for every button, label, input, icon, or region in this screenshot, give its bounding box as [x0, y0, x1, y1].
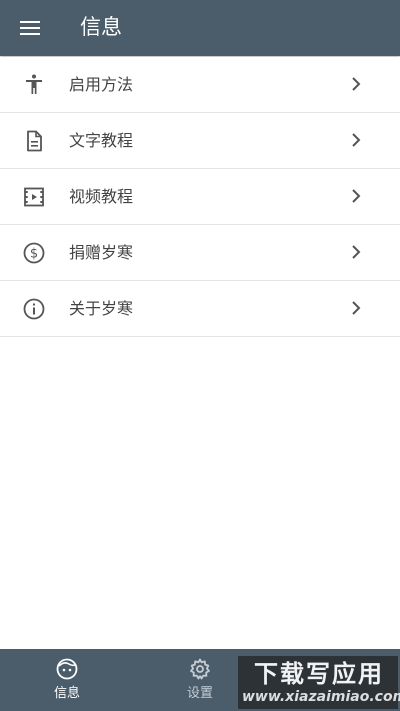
svg-text:$: $ [30, 247, 38, 262]
info-icon [23, 298, 45, 320]
document-icon [27, 130, 42, 152]
tab-settings[interactable]: 设置 [150, 649, 250, 711]
gear-icon [190, 658, 210, 680]
info-list: 启用方法 文字教程 视频教程 $ 捐赠岁寒 关于岁寒 [0, 57, 400, 337]
tab-info[interactable]: 信息 [17, 649, 117, 711]
list-item-donate[interactable]: $ 捐赠岁寒 [0, 225, 400, 281]
list-item-enable-method[interactable]: 启用方法 [0, 57, 400, 113]
list-item-about[interactable]: 关于岁寒 [0, 281, 400, 337]
watermark: 下载写应用 www.xiazaimiao.com [238, 656, 400, 709]
list-item-label: 捐赠岁寒 [69, 243, 134, 262]
chevron-right-icon [352, 245, 361, 259]
watermark-url: www.xiazaimiao.com [242, 689, 400, 705]
list-item-video-tutorial[interactable]: 视频教程 [0, 169, 400, 225]
chevron-right-icon [352, 301, 361, 315]
app-bar: 信息 [0, 0, 400, 56]
page-title: 信息 [80, 15, 122, 39]
face-icon [56, 658, 78, 680]
tab-label: 设置 [186, 686, 213, 701]
list-item-label: 启用方法 [69, 75, 134, 94]
tab-label: 信息 [53, 686, 80, 701]
chevron-right-icon [352, 189, 361, 203]
watermark-text: 下载写应用 [254, 660, 384, 688]
video-icon [24, 187, 44, 207]
chevron-right-icon [352, 133, 361, 147]
accessibility-icon [26, 74, 42, 94]
list-item-label: 关于岁寒 [69, 299, 134, 318]
menu-icon [20, 21, 40, 35]
chevron-right-icon [352, 77, 361, 91]
list-item-label: 文字教程 [69, 131, 134, 150]
menu-button[interactable] [10, 8, 50, 48]
list-item-label: 视频教程 [69, 187, 134, 206]
dollar-icon: $ [23, 242, 45, 264]
list-item-text-tutorial[interactable]: 文字教程 [0, 113, 400, 169]
